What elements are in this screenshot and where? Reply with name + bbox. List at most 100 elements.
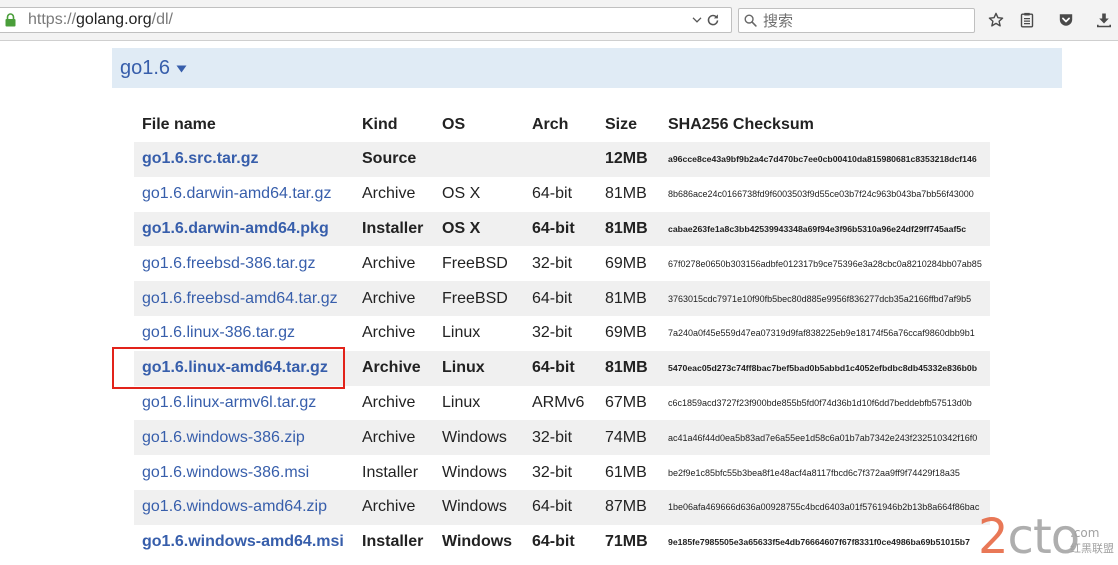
kind-cell: Archive	[362, 324, 416, 342]
file-name-cell: go1.6.windows-amd64.zip	[134, 498, 354, 516]
reload-icon[interactable]	[706, 13, 720, 27]
file-name-link[interactable]: go1.6.windows-amd64.zip	[142, 498, 327, 515]
lock-icon[interactable]	[5, 13, 16, 27]
arch-cell: 64-bit	[532, 498, 573, 516]
size-cell: 74MB	[605, 428, 647, 446]
file-name-link[interactable]: go1.6.src.tar.gz	[142, 150, 259, 167]
arch-cell: 64-bit	[532, 289, 573, 307]
checksum-cell: 3763015cdc7971e10f90fb5bec80d885e9956f83…	[668, 293, 972, 304]
file-name-link[interactable]: go1.6.darwin-amd64.tar.gz	[142, 185, 331, 202]
kind-cell: Archive	[362, 428, 416, 446]
checksum-cell: 5470eac05d273c74ff8bac7bef5bad0b5abbd1c4…	[668, 363, 978, 374]
kind-cell: Installer	[362, 533, 424, 551]
triangle-down-icon[interactable]	[176, 65, 187, 73]
column-header-os: OS	[442, 116, 466, 133]
arch-cell: 64-bit	[532, 533, 575, 551]
size-cell: 69MB	[605, 254, 647, 272]
file-name-cell: go1.6.darwin-amd64.pkg	[134, 220, 354, 238]
arch-cell: 64-bit	[532, 185, 573, 203]
os-cell: Windows	[442, 428, 507, 446]
column-header-file-name: File name	[142, 116, 216, 133]
os-cell: Linux	[442, 393, 481, 411]
file-name-cell: go1.6.freebsd-amd64.tar.gz	[134, 290, 354, 308]
size-cell: 67MB	[605, 393, 647, 411]
url-path: /dl/	[151, 11, 173, 28]
url-text[interactable]: https://golang.org/dl/	[28, 8, 173, 32]
checksum-cell: a96cce8ce43a9bf9b2a4c7d470bc7ee0cb00410d…	[668, 154, 977, 165]
file-name-link[interactable]: go1.6.linux-armv6l.tar.gz	[142, 394, 316, 411]
checksum-cell: ac41a46f44d0ea5b83ad7e6a55ee1d58c6a01b7a…	[668, 432, 978, 443]
downloads-table: File name Kind OS Arch Size SHA256 Check…	[134, 108, 990, 560]
os-cell: Linux	[442, 324, 481, 342]
download-icon[interactable]	[1096, 12, 1112, 28]
kind-cell: Installer	[362, 219, 424, 237]
version-title: go1.6	[120, 57, 171, 79]
kind-cell: Source	[362, 150, 417, 168]
file-name-cell: go1.6.src.tar.gz	[134, 150, 354, 168]
download-row: go1.6.windows-386.msi Installer Windows 32-…	[134, 455, 990, 490]
search-box[interactable]	[738, 8, 975, 33]
kind-cell: Archive	[362, 289, 416, 307]
chevron-down-icon[interactable]	[692, 17, 702, 23]
arch-cell: 32-bit	[532, 428, 573, 446]
arch-cell: 32-bit	[532, 463, 573, 481]
checksum-cell: 8b686ace24c0166738fd9f6003503f9d55ce03b7…	[668, 189, 974, 200]
pocket-icon[interactable]	[1058, 12, 1074, 28]
search-icon[interactable]	[744, 14, 757, 27]
kind-cell: Archive	[362, 185, 416, 203]
watermark: 2cto .com 红黑联盟	[978, 512, 1116, 562]
size-cell: 12MB	[605, 150, 648, 168]
size-cell: 81MB	[605, 219, 648, 237]
download-row: go1.6.linux-amd64.tar.gz Archive Linux 64-b…	[134, 350, 990, 386]
size-cell: 71MB	[605, 533, 648, 551]
download-row: go1.6.freebsd-386.tar.gz Archive FreeBSD 32…	[134, 246, 990, 281]
url-host: golang.org	[76, 11, 152, 28]
arch-cell: 32-bit	[532, 324, 573, 342]
file-name-link[interactable]: go1.6.linux-amd64.tar.gz	[142, 359, 328, 376]
watermark-site-name: 红黑联盟	[1070, 542, 1114, 555]
column-header-checksum: SHA256 Checksum	[668, 116, 814, 133]
table-body: go1.6.src.tar.gz Source 12MB a96cce8ce43a9b…	[134, 142, 990, 560]
file-name-cell: go1.6.freebsd-386.tar.gz	[134, 255, 354, 273]
size-cell: 61MB	[605, 463, 647, 481]
file-name-link[interactable]: go1.6.darwin-amd64.pkg	[142, 220, 329, 237]
reading-list-icon[interactable]	[1019, 12, 1035, 28]
table-header-row: File name Kind OS Arch Size SHA256 Check…	[134, 108, 990, 142]
watermark-logo: 2cto	[978, 509, 1080, 565]
checksum-cell: 7a240a0f45e559d47ea07319d9faf838225eb9e1…	[668, 328, 975, 339]
kind-cell: Archive	[362, 393, 416, 411]
checksum-cell: be2f9e1c85bfc55b3bea8f1e48acf4a8117fbcd6…	[668, 467, 960, 478]
star-icon[interactable]	[988, 12, 1004, 28]
file-name-link[interactable]: go1.6.windows-amd64.msi	[142, 533, 344, 550]
size-cell: 87MB	[605, 498, 647, 516]
os-cell: FreeBSD	[442, 254, 508, 272]
download-row: go1.6.darwin-amd64.tar.gz Archive OS X 64-b…	[134, 177, 990, 212]
checksum-cell: cabae263fe1a8c3bb42539943348a69f94e3f96b…	[668, 223, 967, 234]
size-cell: 81MB	[605, 185, 647, 203]
version-header: go1.6	[112, 48, 1062, 88]
file-name-cell: go1.6.darwin-amd64.tar.gz	[134, 185, 354, 203]
file-name-cell: go1.6.windows-amd64.msi	[134, 533, 354, 551]
kind-cell: Archive	[362, 254, 416, 272]
file-name-cell: go1.6.windows-386.zip	[134, 429, 354, 447]
arch-cell: 64-bit	[532, 359, 575, 377]
os-cell: Windows	[442, 498, 507, 516]
file-name-link[interactable]: go1.6.freebsd-386.tar.gz	[142, 255, 315, 272]
file-name-link[interactable]: go1.6.linux-386.tar.gz	[142, 324, 295, 341]
file-name-link[interactable]: go1.6.windows-386.zip	[142, 429, 305, 446]
download-row: go1.6.windows-amd64.msi Installer Windows 6…	[134, 525, 990, 560]
download-row: go1.6.linux-386.tar.gz Archive Linux 32-bit…	[134, 316, 990, 351]
search-input[interactable]	[761, 9, 973, 32]
column-header-arch: Arch	[532, 116, 569, 133]
version-toggle[interactable]: go1.6	[120, 48, 170, 88]
os-cell: OS X	[442, 185, 481, 203]
watermark-domain-suffix: .com	[1070, 526, 1100, 540]
file-name-link[interactable]: go1.6.freebsd-amd64.tar.gz	[142, 290, 338, 307]
arch-cell: 64-bit	[532, 219, 575, 237]
download-row: go1.6.windows-386.zip Archive Windows 32-bi…	[134, 420, 990, 456]
browser-toolbar: https://golang.org/dl/	[0, 0, 1118, 41]
download-row: go1.6.windows-amd64.zip Archive Windows 64-…	[134, 489, 990, 525]
os-cell: FreeBSD	[442, 289, 508, 307]
file-name-link[interactable]: go1.6.windows-386.msi	[142, 464, 309, 481]
address-bar[interactable]: https://golang.org/dl/	[0, 7, 732, 33]
